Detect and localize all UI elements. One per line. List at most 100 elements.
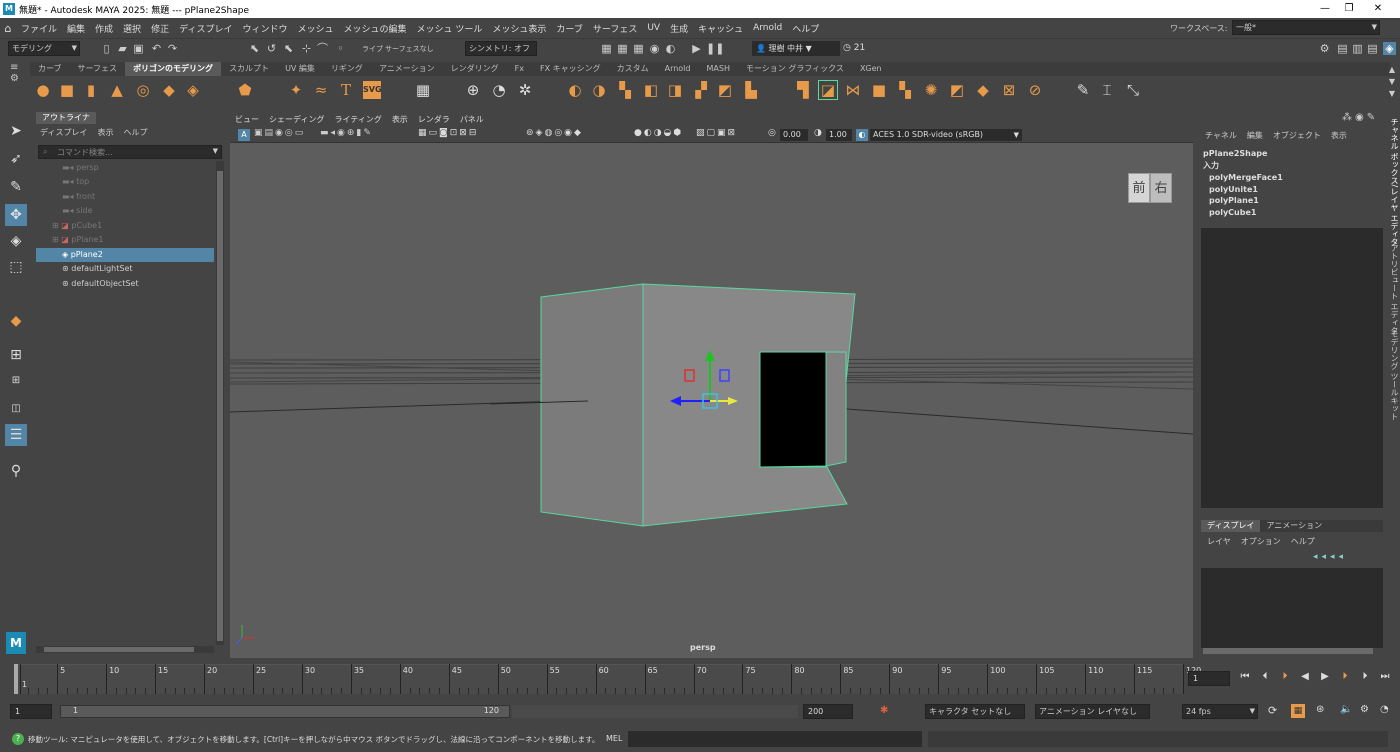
- play-icon[interactable]: ▶: [690, 42, 703, 55]
- layer-create-icons[interactable]: ◂◂◂◂: [1313, 552, 1347, 562]
- outliner-menu-help[interactable]: ヘルプ: [123, 127, 147, 138]
- freeze-transform-icon[interactable]: ◔: [490, 81, 508, 99]
- shelf-tab[interactable]: ポリゴンのモデリング: [125, 62, 222, 76]
- sound-icon[interactable]: 🔈: [1340, 704, 1352, 715]
- shelf-tab[interactable]: Fx: [507, 62, 532, 76]
- poly-cylinder-icon[interactable]: ▮: [82, 81, 100, 99]
- shelf-tab[interactable]: Arnold: [657, 62, 699, 76]
- wedge-icon[interactable]: ◩: [948, 81, 966, 99]
- menu-curves[interactable]: カーブ: [551, 22, 587, 35]
- outliner-hscrollbar[interactable]: [36, 646, 214, 653]
- layer-menu-help[interactable]: ヘルプ: [1291, 536, 1315, 547]
- select-tool-icon[interactable]: ➤: [5, 120, 27, 142]
- scrollbar-thumb[interactable]: [217, 171, 223, 641]
- anim-layer-dropdown[interactable]: アニメーション レイヤなし: [1035, 704, 1150, 719]
- step-forward-frame-icon[interactable]: ⏵: [1358, 670, 1372, 684]
- layer-menu-options[interactable]: オプション: [1241, 536, 1281, 547]
- viewport-menu-view[interactable]: ビュー: [230, 113, 264, 127]
- viewport-panel[interactable]: ビュー シェーディング ライティング 表示 レンダラ パネル A ▣▤◉◎▭ ▬…: [230, 113, 1193, 658]
- shelf-tab[interactable]: MASH: [698, 62, 737, 76]
- auto-key-icon[interactable]: ✱: [880, 705, 888, 716]
- notifications-badge[interactable]: ◷ 21: [843, 43, 865, 53]
- shelf-tab[interactable]: レンダリング: [443, 62, 507, 76]
- menu-select[interactable]: 選択: [118, 22, 146, 35]
- menu-file[interactable]: ファイル: [16, 22, 62, 35]
- cut-faces-icon[interactable]: ⊘: [1026, 81, 1044, 99]
- poly-cube-icon[interactable]: ■: [58, 81, 76, 99]
- view-cube-right[interactable]: 右: [1150, 173, 1172, 203]
- outliner-item-persp[interactable]: ▬◂ persp: [36, 161, 214, 175]
- scrollbar-thumb[interactable]: [44, 647, 194, 652]
- symmetry-dropdown[interactable]: シンメトリ: オフ: [465, 41, 537, 56]
- center-pivot-icon[interactable]: ⊕: [464, 81, 482, 99]
- step-back-key-icon[interactable]: ⏵: [1278, 670, 1292, 684]
- scale-tool-icon[interactable]: ⬚: [5, 256, 27, 278]
- outliner-item-side[interactable]: ▬◂ side: [36, 204, 214, 218]
- shelf-tab[interactable]: FX キャッシング: [532, 62, 609, 76]
- script-language-label[interactable]: MEL: [606, 734, 622, 743]
- layer-hscrollbar[interactable]: [1203, 648, 1373, 654]
- viewport-menu-lighting[interactable]: ライティング: [329, 113, 386, 127]
- svg-tool-icon[interactable]: SVG: [363, 81, 382, 99]
- chamfer-icon[interactable]: ◆: [974, 81, 992, 99]
- ipr-render-icon[interactable]: ▦: [616, 42, 629, 55]
- viewport-menu-panels[interactable]: パネル: [455, 113, 489, 127]
- save-scene-icon[interactable]: ▣: [132, 42, 145, 55]
- time-slider[interactable]: 1 5 10 15 20 25 30 35 40 45 50 55 60 65 70 75 80 85 90 95 10…: [0, 660, 1400, 698]
- isolate-icons[interactable]: ▨▢▣⊠: [696, 128, 737, 138]
- shelf-tab[interactable]: スカルプト: [221, 62, 277, 76]
- step-forward-key-icon[interactable]: ⏵: [1338, 670, 1352, 684]
- outliner-menu-show[interactable]: 表示: [97, 127, 113, 138]
- mirror-icon[interactable]: ◨: [666, 81, 684, 99]
- poke-icon[interactable]: ✺: [922, 81, 940, 99]
- outliner-tab[interactable]: アウトライナ: [36, 112, 96, 124]
- layer-editor-icon[interactable]: ◈: [1383, 42, 1396, 55]
- input-node[interactable]: polyUnite1: [1209, 184, 1283, 196]
- type-tool-icon[interactable]: T: [337, 81, 355, 99]
- shelf-scroll-buttons[interactable]: ▲ ▼ ▼: [1386, 64, 1398, 104]
- shelf-tab[interactable]: リギング: [323, 62, 371, 76]
- quad-draw-icon[interactable]: ⊠: [1000, 81, 1018, 99]
- outliner-item-pcube1[interactable]: ⊞ ◪ pCube1: [36, 219, 214, 233]
- shelf-tab[interactable]: カスタム: [609, 62, 657, 76]
- open-scene-icon[interactable]: ▰: [116, 42, 129, 55]
- go-to-end-icon[interactable]: ⏭: [1378, 670, 1392, 684]
- multi-cut-icon[interactable]: ▦: [414, 81, 432, 99]
- character-set-dropdown[interactable]: キャラクタ セットなし: [925, 704, 1025, 719]
- channel-box-icon[interactable]: ▤: [1366, 42, 1379, 55]
- average-vertices-icon[interactable]: ▞: [692, 81, 710, 99]
- new-scene-icon[interactable]: ▯: [100, 42, 113, 55]
- shelf-tab[interactable]: カーブ: [30, 62, 70, 76]
- tool-settings-icon[interactable]: ▥: [1351, 42, 1364, 55]
- menu-cache[interactable]: キャッシュ: [693, 22, 748, 35]
- side-tab-attribute-editor[interactable]: アトリビュート エディタ: [1389, 244, 1400, 335]
- gamma-field[interactable]: 1.00: [826, 129, 852, 141]
- current-frame-field[interactable]: 1: [1188, 671, 1230, 686]
- bridge-edges-icon[interactable]: ⋈: [844, 81, 862, 99]
- combine-icon[interactable]: ◐: [566, 81, 584, 99]
- fill-hole-icon[interactable]: ◩: [716, 81, 734, 99]
- two-view-layout-icon[interactable]: ◫: [5, 398, 27, 420]
- poly-plane-icon[interactable]: ◆: [160, 81, 178, 99]
- undo-icon[interactable]: ↶: [150, 42, 163, 55]
- close-button[interactable]: ✕: [1356, 0, 1400, 18]
- current-frame-marker[interactable]: [14, 664, 18, 694]
- layer-tab-animation[interactable]: アニメーション: [1260, 520, 1328, 532]
- connect-icon[interactable]: ⤡: [1124, 81, 1142, 99]
- side-tab-modeling-toolkit[interactable]: モデリング ツールキット: [1389, 330, 1400, 421]
- poly-sphere-icon[interactable]: ●: [34, 81, 52, 99]
- menu-modify[interactable]: 修正: [146, 22, 174, 35]
- poly-cone-icon[interactable]: ▲: [108, 81, 126, 99]
- menu-edit-mesh[interactable]: メッシュの編集: [338, 22, 411, 35]
- menu-mesh[interactable]: メッシュ: [292, 22, 338, 35]
- sweep-mesh-icon[interactable]: ≈: [312, 81, 330, 99]
- workspace-dropdown[interactable]: 一般* ▼: [1232, 20, 1380, 35]
- shelf-tab[interactable]: サーフェス: [70, 62, 126, 76]
- shading-mode-icons[interactable]: ⊚◈◍◎◉◆: [526, 128, 583, 138]
- reset-transform-icon[interactable]: ✲: [516, 81, 534, 99]
- outliner-item-default-object-set[interactable]: ⊛ defaultObjectSet: [36, 277, 214, 291]
- outliner-item-pplane1[interactable]: ⊞ ◪ pPlane1: [36, 233, 214, 247]
- outliner-scrollbar[interactable]: [216, 161, 224, 645]
- lasso-tool-icon[interactable]: ➶: [5, 148, 27, 170]
- menu-help[interactable]: ヘルプ: [787, 22, 824, 35]
